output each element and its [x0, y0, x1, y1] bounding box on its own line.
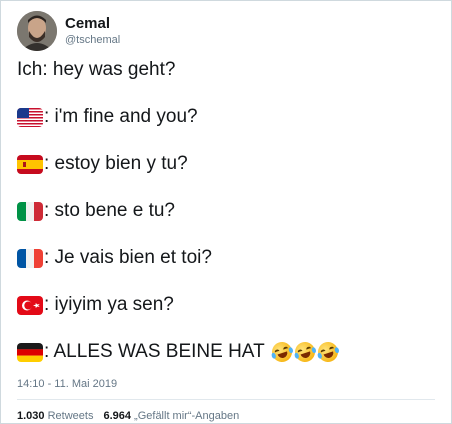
us-flag-icon: [17, 108, 43, 127]
tweet-line-text: : i'm fine and you?: [44, 106, 198, 127]
divider: [17, 399, 435, 400]
retweets-count: 1.030: [17, 410, 45, 422]
france-flag-icon: [17, 249, 43, 268]
tweet-line-text: Ich: hey was geht?: [17, 59, 176, 80]
rolling-on-floor-laughing-icon: [269, 339, 295, 365]
retweets-stat[interactable]: 1.030 Retweets: [17, 410, 93, 422]
tweet-text: Ich: hey was geht? : i'm fine and you?:…: [17, 59, 437, 365]
tweet-line-text: : ALLES WAS BEINE HAT: [44, 341, 265, 362]
tweet-line-text: : iyiyim ya sen?: [44, 294, 174, 315]
tweet-line-text: : estoy bien y tu?: [44, 153, 188, 174]
turkey-flag-icon: [17, 296, 43, 315]
italy-flag-icon: [17, 202, 43, 221]
tweet-line: : sto bene e tu?: [17, 200, 437, 222]
likes-count: 6.964: [103, 410, 131, 422]
tweet-timestamp[interactable]: 14:10 - 11. Mai 2019: [17, 378, 117, 390]
emoji-group: [269, 339, 341, 365]
spain-flag-icon: [17, 155, 43, 174]
tweet-card: Cemal @tschemal Ich: hey was geht?: i'm…: [0, 0, 452, 424]
avatar[interactable]: [17, 11, 57, 51]
author-handle[interactable]: @tschemal: [65, 33, 120, 47]
author-names: Cemal @tschemal: [65, 15, 120, 47]
tweet-line: : iyiyim ya sen?: [17, 294, 437, 316]
tweet-line: : i'm fine and you?: [17, 106, 437, 128]
rolling-on-floor-laughing-icon: [292, 339, 318, 365]
likes-stat[interactable]: 6.964 „Gefällt mir“-Angaben: [103, 410, 239, 422]
likes-label: „Gefällt mir“-Angaben: [134, 410, 240, 422]
retweets-label: Retweets: [47, 410, 94, 422]
tweet-stats: 1.030 Retweets 6.964 „Gefällt mir“-Angabe…: [17, 410, 239, 422]
author-display-name[interactable]: Cemal: [65, 15, 120, 33]
tweet-line: Ich: hey was geht?: [17, 59, 437, 81]
tweet-line: : estoy bien y tu?: [17, 153, 437, 175]
tweet-line: : ALLES WAS BEINE HAT: [17, 339, 437, 365]
tweet-line: : Je vais bien et toi?: [17, 247, 437, 269]
tweet-line-text: : sto bene e tu?: [44, 200, 175, 221]
tweet-line-text: : Je vais bien et toi?: [44, 247, 212, 268]
germany-flag-icon: [17, 343, 43, 362]
rolling-on-floor-laughing-icon: [315, 339, 341, 365]
